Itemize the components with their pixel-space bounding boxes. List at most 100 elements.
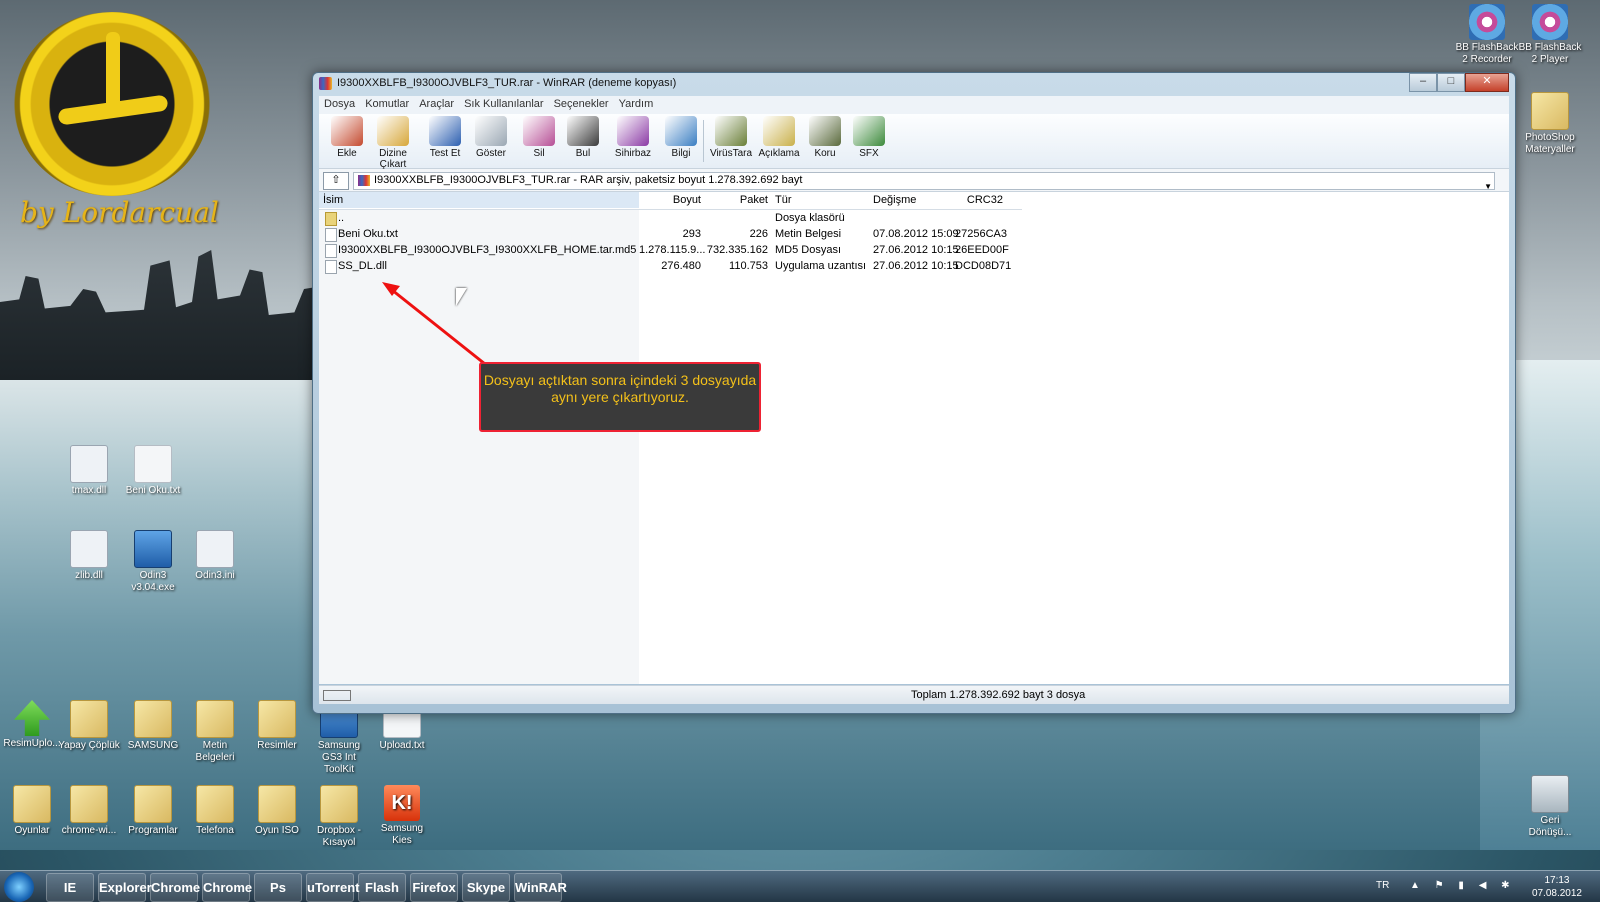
table-row[interactable]: SS_DL.dll 276.480 110.753 Uygulama uzantısı… — [319, 258, 1022, 274]
toolbar-label: Açıklama — [758, 148, 800, 159]
green-icon — [14, 700, 50, 736]
cell-crc: 27256CA3 — [955, 228, 1007, 240]
cell-type: MD5 Dosyası — [775, 244, 842, 256]
taskbar-app-explorer[interactable]: Explorer — [98, 873, 152, 902]
menu-dosya[interactable]: Dosya — [319, 96, 360, 112]
desktop-icon-label: Samsung GS3 Int ToolKit — [317, 740, 361, 775]
taskbar-app-ie[interactable]: IE — [46, 873, 94, 902]
menu-araclar[interactable]: Araçlar — [414, 96, 459, 112]
annotation-callout: Dosyayı açtıktan sonra içindeki 3 dosyay… — [479, 362, 761, 432]
window-title: I9300XXBLFB_I9300OJVBLF3_TUR.rar - WinRA… — [337, 77, 677, 89]
cell-modified: 27.06.2012 10:15 — [873, 244, 959, 256]
desktop-icon[interactable]: Resimler — [245, 700, 309, 752]
desktop-icon-label: Programlar — [128, 825, 178, 836]
desktop-icon[interactable]: chrome-wi... — [57, 785, 121, 837]
desktop-icon[interactable]: K! Samsung Kies — [370, 785, 434, 847]
maximize-button[interactable]: □ — [1437, 73, 1465, 92]
tray-icons[interactable]: ▲ ⚑ ▮ ◀ ✱ — [1410, 880, 1516, 891]
toolbar-button-virus-scan[interactable]: VirüsTara — [707, 116, 755, 159]
column-size[interactable]: Boyut — [639, 194, 701, 206]
toolbar-button-view[interactable]: Göster — [467, 116, 515, 159]
dll-icon — [70, 445, 108, 483]
toolbar-button-add-archive[interactable]: Ekle — [323, 116, 371, 159]
table-row[interactable]: .. Dosya klasörü — [319, 210, 1022, 226]
folder-icon — [70, 700, 108, 738]
desktop-icon[interactable]: zlib.dll — [57, 530, 121, 582]
delete-icon — [523, 116, 555, 146]
cell-modified: 07.08.2012 15:09 — [873, 228, 959, 240]
menu-sik-kullanilanlar[interactable]: Sık Kullanılanlar — [459, 96, 549, 112]
desktop-icon[interactable]: ResimUplo... — [0, 700, 64, 750]
desktop-icon[interactable]: Programlar — [121, 785, 185, 837]
table-row[interactable]: I9300XXBLFB_I9300OJVBLF3_I9300XXLFB_HOME… — [319, 242, 1022, 258]
toolbar-button-find[interactable]: Bul — [559, 116, 607, 159]
desktop-icon[interactable]: Metin Belgeleri — [183, 700, 247, 764]
file-list[interactable]: İsim Boyut Paket Tür Değişme CRC32 .. Dos… — [319, 192, 1509, 684]
folder-icon — [325, 212, 337, 226]
comment-icon — [763, 116, 795, 146]
toolbar-button-delete[interactable]: Sil — [515, 116, 563, 159]
desktop-icon[interactable]: SAMSUNG — [121, 700, 185, 752]
taskbar-app-utorrent[interactable]: uTorrent — [306, 873, 359, 902]
taskbar-app-label: Chrome — [203, 880, 253, 895]
desktop-icon-label: PhotoShop Materyaller — [1525, 132, 1575, 155]
title-bar[interactable]: I9300XXBLFB_I9300OJVBLF3_TUR.rar - WinRA… — [313, 73, 1515, 95]
desktop-icon[interactable]: BB FlashBack 2 Recorder — [1455, 4, 1519, 66]
up-folder-button[interactable]: ⇧ — [323, 172, 349, 190]
drive-key-icon — [323, 690, 351, 701]
taskbar-app-winrar[interactable]: WinRAR — [514, 873, 567, 902]
desktop-icon[interactable]: Oyun ISO — [245, 785, 309, 837]
minimize-button[interactable]: – — [1409, 73, 1437, 92]
language-indicator[interactable]: TR — [1376, 880, 1389, 891]
column-packed[interactable]: Paket — [704, 194, 768, 206]
toolbar-button-sfx[interactable]: SFX — [845, 116, 893, 159]
column-name[interactable]: İsim — [323, 194, 343, 206]
menu-bar: Dosya Komutlar Araçlar Sık Kullanılanlar Seç… — [319, 96, 1509, 114]
start-button[interactable] — [4, 872, 34, 902]
desktop-icon[interactable]: Yapay Çöplük — [57, 700, 121, 752]
desktop-icon[interactable]: Odin3.ini — [183, 530, 247, 582]
table-row[interactable]: Beni Oku.txt 293 226 Metin Belgesi 07.08.201… — [319, 226, 1022, 242]
view-icon — [475, 116, 507, 146]
menu-yardim[interactable]: Yardım — [614, 96, 659, 112]
toolbar-label: Test Et — [429, 148, 461, 159]
desktop-icon-label: BB FlashBack 2 Player — [1518, 42, 1582, 65]
column-modified[interactable]: Değişme — [873, 194, 916, 206]
winrar-app-icon — [319, 77, 332, 90]
toolbar-label: Bilgi — [671, 148, 691, 159]
archive-path-field[interactable]: I9300XXBLFB_I9300OJVBLF3_TUR.rar - RAR a… — [353, 172, 1495, 191]
menu-secenekler[interactable]: Seçenekler — [549, 96, 614, 112]
desktop-icon-label: Odin3 v3.04.exe — [131, 570, 175, 593]
desktop-icon[interactable]: PhotoShop Materyaller — [1518, 92, 1582, 156]
taskbar: IE Explorer Chrome Chrome Ps uTorrent Flash Fir… — [0, 870, 1600, 902]
menu-komutlar[interactable]: Komutlar — [360, 96, 414, 112]
toolbar-button-comment[interactable]: Açıklama — [755, 116, 803, 159]
desktop-icon[interactable]: Odin3 v3.04.exe — [121, 530, 185, 594]
extract-icon — [377, 116, 409, 146]
desktop-icon[interactable]: BB FlashBack 2 Player — [1518, 4, 1582, 66]
desktop-icon[interactable]: tmax.dll — [57, 445, 121, 497]
desktop-icon[interactable]: Oyunlar — [0, 785, 64, 837]
column-type[interactable]: Tür — [775, 194, 792, 206]
toolbar-button-info[interactable]: Bilgi — [657, 116, 705, 159]
taskbar-app-skype[interactable]: Skype — [462, 873, 510, 902]
toolbar-button-test[interactable]: Test Et — [421, 116, 469, 159]
taskbar-app-flash[interactable]: Flash — [358, 873, 406, 902]
toolbar-button-protect[interactable]: Koru — [801, 116, 849, 159]
taskbar-app-ps[interactable]: Ps — [254, 873, 302, 902]
desktop-icon[interactable]: Telefona — [183, 785, 247, 837]
close-button[interactable]: ✕ — [1465, 73, 1509, 92]
column-crc[interactable]: CRC32 — [955, 194, 1003, 206]
folder-icon — [1531, 92, 1569, 130]
taskbar-app-chrome[interactable]: Chrome — [202, 873, 253, 902]
cell-type: Dosya klasörü — [775, 212, 845, 224]
toolbar-button-wizard[interactable]: Sihirbaz — [609, 116, 657, 159]
toolbar-button-extract[interactable]: Dizine Çıkart — [369, 116, 417, 170]
clock[interactable]: 17:13 07.08.2012 — [1532, 874, 1582, 900]
desktop-icon[interactable]: Dropbox - Kısayol — [307, 785, 371, 849]
desktop-icon-label: tmax.dll — [71, 485, 107, 496]
taskbar-app-firefox[interactable]: Firefox — [410, 873, 458, 902]
desktop-icon[interactable]: Beni Oku.txt — [121, 445, 185, 497]
taskbar-app-chrome[interactable]: Chrome — [150, 873, 200, 902]
desktop-icon[interactable]: Geri Dönüşü... — [1518, 775, 1582, 839]
